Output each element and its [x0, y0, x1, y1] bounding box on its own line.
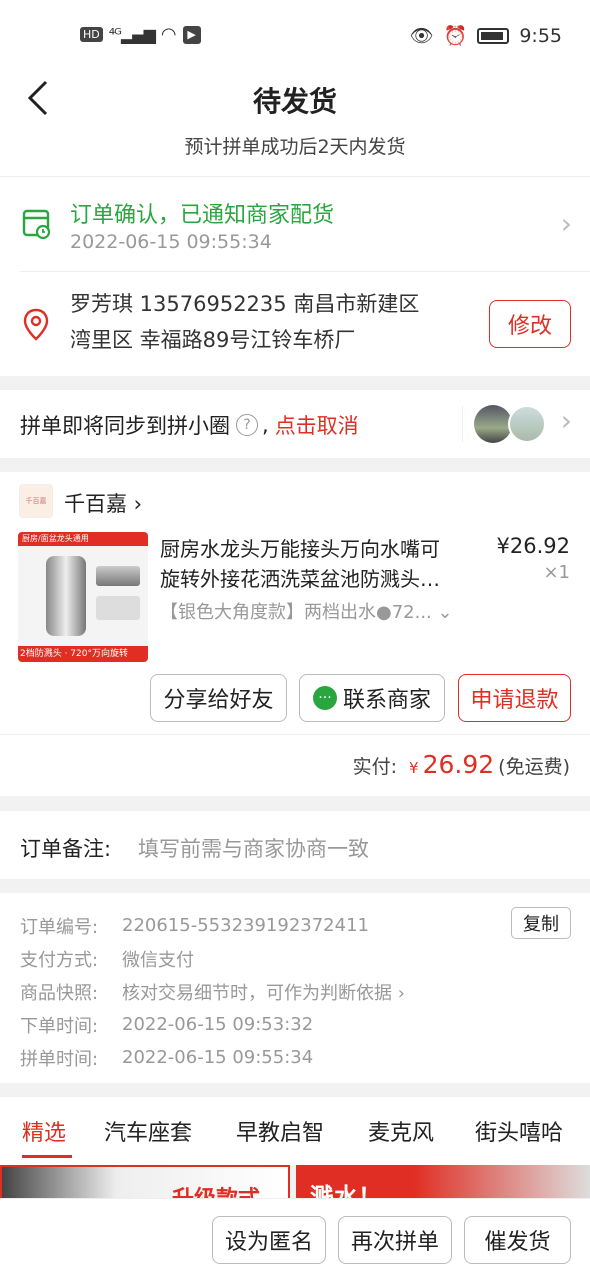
product-spec-text: 【银色大角度款】两档出水●72...: [160, 602, 432, 623]
faucet-shape: [46, 556, 86, 636]
order-status-card: 订单确认，已通知商家配货 2022-06-15 09:55:34 › 罗芳琪 1…: [0, 176, 590, 376]
info-key: 拼单时间:: [20, 1048, 99, 1070]
order-info-row: 拼单时间: 2022-06-15 09:55:34: [20, 1041, 520, 1074]
cancel-sync-link[interactable]: 点击取消: [275, 410, 359, 440]
page-subtitle: 预计拼单成功后2天内发货: [184, 136, 406, 158]
page-header: 待发货 预计拼单成功后2天内发货: [0, 72, 590, 176]
product-title[interactable]: 厨房水龙头万能接头万向水嘴可 旋转外接花洒洗菜盆池防溅头…: [160, 534, 440, 594]
chevron-down-icon: ⌄: [437, 602, 453, 623]
status-bar: HD ⁴ᴳ▂▄▆ ◠ ▶ 👁 ⏰ 9:55: [0, 0, 590, 72]
product-image[interactable]: 厨房/面盆龙头通用 2档防溅头 · 720°万向旋转: [18, 532, 148, 662]
shipping-note: (免运费): [498, 756, 570, 778]
status-icons-right: 👁 ⏰ 9:55: [409, 24, 562, 48]
tab-1[interactable]: 汽车座套: [104, 1115, 192, 1147]
order-info-list: 订单编号: 220615-553239192372411 支付方式: 微信支付商品快照…: [20, 909, 520, 1074]
avatar: [474, 405, 512, 443]
product-title-line2: 旋转外接花洒洗菜盆池防溅头…: [160, 567, 440, 591]
eye-icon: 👁: [409, 25, 434, 47]
anonymous-button[interactable]: 设为匿名: [212, 1216, 326, 1264]
group-sync-text: 拼单即将同步到拼小圈: [20, 414, 230, 438]
group-sync-text-wrap: 拼单即将同步到拼小圈 ? , 点击取消: [20, 410, 359, 440]
comma: ,: [262, 413, 269, 437]
contact-merchant-label: 联系商家: [342, 688, 431, 713]
battery-icon: [477, 27, 510, 44]
chevron-right-icon: ›: [560, 207, 572, 240]
status-time: 9:55: [519, 24, 562, 47]
info-key: 商品快照:: [20, 982, 99, 1004]
product-price: ¥26.92: [496, 534, 570, 558]
order-info: 复制 订单编号: 220615-553239192372411 支付方式: 微信支付商…: [0, 893, 590, 1083]
order-status-time: 2022-06-15 09:55:34: [70, 231, 272, 253]
alarm-icon: ⏰: [443, 25, 468, 47]
image-caption-top: 厨房/面盆龙头通用: [18, 532, 148, 546]
truck-box-icon: [22, 209, 51, 240]
wifi-icon: ◠: [160, 24, 177, 45]
tab-4[interactable]: 街头嘻哈: [475, 1115, 563, 1147]
product-spec[interactable]: 【银色大角度款】两档出水●72... ⌄: [160, 598, 480, 624]
paid-value: 26.92: [422, 750, 495, 779]
active-tab-indicator: [22, 1155, 72, 1158]
info-value: 2022-06-15 09:55:34: [122, 1047, 314, 1068]
location-pin-icon: [23, 308, 49, 341]
divider: [0, 734, 590, 735]
edit-address-button[interactable]: 修改: [489, 300, 571, 348]
info-value: 2022-06-15 09:53:32: [122, 1014, 314, 1035]
info-key: 订单编号:: [20, 916, 99, 938]
shop-name[interactable]: 千百嘉 ›: [64, 488, 142, 518]
help-icon[interactable]: ?: [236, 414, 258, 436]
remark-label: 订单备注:: [20, 837, 112, 861]
tab-3[interactable]: 麦克风: [368, 1115, 434, 1147]
product-title-line1: 厨房水龙头万能接头万向水嘴可: [160, 537, 440, 561]
play-icon: ▶: [182, 25, 201, 44]
order-remark-row[interactable]: 订单备注: 填写前需与商家协商一致: [0, 811, 590, 879]
tab-2[interactable]: 早教启智: [236, 1115, 324, 1147]
chevron-right-icon[interactable]: ›: [561, 404, 572, 437]
page-title: 待发货: [252, 85, 337, 118]
order-status-text: 订单确认，已通知商家配货: [70, 203, 335, 228]
remark-input[interactable]: 填写前需与商家协商一致: [138, 833, 369, 863]
regroup-button[interactable]: 再次拼单: [338, 1216, 452, 1264]
product-qty: ×1: [543, 562, 570, 583]
order-info-row: 订单编号: 220615-553239192372411: [20, 909, 520, 942]
chat-icon: ···: [312, 686, 337, 710]
order-info-row[interactable]: 商品快照: 核对交易细节时，可作为判断依据 ›: [20, 975, 520, 1008]
order-info-row: 支付方式: 微信支付: [20, 942, 520, 975]
currency-symbol: ¥: [409, 759, 419, 777]
faucet-part: [96, 566, 140, 586]
contact-merchant-button[interactable]: ··· 联系商家: [299, 674, 445, 722]
urge-shipping-button[interactable]: 催发货: [464, 1216, 571, 1264]
order-status-row[interactable]: 订单确认，已通知商家配货 2022-06-15 09:55:34 ›: [0, 177, 590, 271]
info-key: 下单时间:: [20, 1015, 99, 1037]
product-card: 千百嘉 千百嘉 › 厨房/面盆龙头通用 2档防溅头 · 720°万向旋转 厨房水…: [0, 472, 590, 796]
info-key: 支付方式:: [20, 949, 99, 971]
address-line2: 湾里区 幸福路89号江铃车桥厂: [70, 328, 356, 352]
bottom-action-bar: 设为匿名 再次拼单 催发货: [0, 1198, 590, 1278]
address-line1: 罗芳琪 13576952235 南昌市新建区: [70, 292, 420, 316]
tab-0[interactable]: 精选: [22, 1115, 66, 1147]
share-button[interactable]: 分享给好友: [150, 674, 287, 722]
shop-logo: 千百嘉: [19, 484, 53, 518]
faucet-part: [96, 596, 140, 620]
paid-amount: 实付: ¥ 26.92 (免运费): [353, 750, 570, 779]
group-sync-row: 拼单即将同步到拼小圈 ? , 点击取消 ›: [0, 390, 590, 458]
refund-button[interactable]: 申请退款: [458, 674, 571, 722]
status-icons-left: HD ⁴ᴳ▂▄▆ ◠ ▶: [80, 24, 201, 45]
info-value: 核对交易细节时，可作为判断依据 ›: [122, 982, 405, 1004]
signal-icon: ⁴ᴳ▂▄▆: [108, 25, 156, 44]
category-tabs: 精选 汽车座套 早教启智 麦克风 街头嘻哈: [0, 1097, 590, 1165]
info-value: 微信支付: [122, 949, 194, 971]
image-caption-bottom: 2档防溅头 · 720°万向旋转: [18, 646, 148, 662]
avatar: [508, 405, 546, 443]
info-value: 220615-553239192372411: [122, 915, 369, 936]
address-row: 罗芳琪 13576952235 南昌市新建区 湾里区 幸福路89号江铃车桥厂 修…: [0, 272, 590, 377]
divider: [462, 406, 463, 442]
hd-icon: HD: [80, 27, 103, 42]
copy-button[interactable]: 复制: [511, 907, 571, 939]
order-info-row: 下单时间: 2022-06-15 09:53:32: [20, 1008, 520, 1041]
paid-label: 实付:: [352, 756, 398, 778]
